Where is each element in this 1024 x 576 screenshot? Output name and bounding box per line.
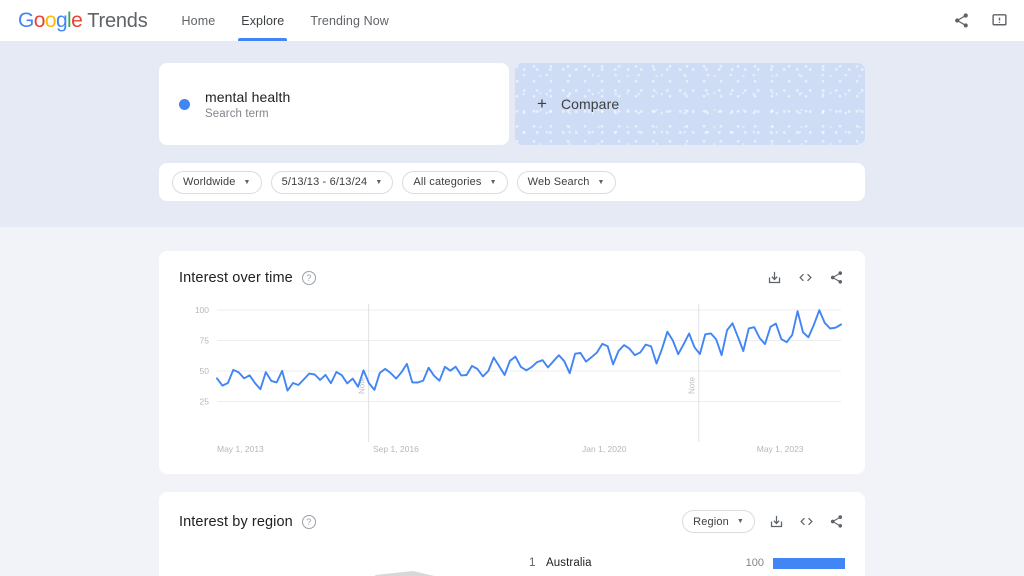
nav-item-home[interactable]: Home	[182, 0, 216, 41]
download-icon[interactable]	[768, 513, 785, 530]
y-axis-tick-label: 75	[200, 336, 210, 346]
y-axis-tick-label: 25	[200, 397, 210, 407]
google-wordmark: Google	[18, 8, 83, 32]
date-filter[interactable]: 5/13/13 - 6/13/24 ▼	[270, 170, 394, 194]
x-axis-tick-label: May 1, 2023	[756, 444, 804, 454]
search-term-card[interactable]: mental health Search term	[159, 63, 509, 145]
region-name: Australia	[546, 557, 592, 569]
location-filter-label: Worldwide	[183, 176, 236, 188]
region-dropdown-label: Region	[693, 515, 729, 528]
y-axis-tick-label: 100	[195, 305, 209, 315]
x-axis-tick-label: May 1, 2013	[217, 444, 264, 454]
world-map[interactable]	[179, 547, 509, 576]
region-actions: Region ▼	[682, 510, 845, 533]
top-navigation-bar: Google Trends Home Explore Trending Now	[0, 0, 1024, 41]
interest-by-region-header: Interest by region ? Region ▼	[179, 510, 845, 533]
trends-wordmark: Trends	[87, 9, 148, 32]
help-icon[interactable]: ?	[301, 514, 316, 529]
region-title-group: Interest by region ?	[179, 514, 316, 530]
y-axis-tick-label: 50	[200, 366, 210, 376]
chart-note-annotation: Note	[688, 377, 697, 394]
search-type-filter-label: Web Search	[527, 176, 590, 188]
nav-item-trending-now[interactable]: Trending Now	[310, 0, 389, 41]
search-terms-row: mental health Search term + Compare	[159, 63, 865, 145]
compare-card[interactable]: + Compare	[515, 63, 865, 145]
page-title: Interest over time	[179, 269, 293, 286]
primary-nav-links: Home Explore Trending Now	[182, 0, 415, 41]
main-content: Interest over time ? 25 50 75 100 Note Note M…	[0, 227, 1024, 576]
chart-line-series	[216, 309, 842, 392]
filter-bar: Worldwide ▼ 5/13/13 - 6/13/24 ▼ All cate…	[159, 163, 865, 201]
interest-over-time-header: Interest over time ?	[179, 269, 845, 286]
x-axis-tick-label: Sep 1, 2016	[373, 444, 419, 454]
region-bar	[773, 557, 845, 569]
chevron-down-icon: ▼	[736, 518, 744, 525]
region-bar-track	[773, 557, 845, 569]
share-icon[interactable]	[950, 10, 972, 32]
table-row[interactable]: 1 Australia 100	[529, 547, 845, 576]
chart-x-axis: May 1, 2013 Sep 1, 2016 Jan 1, 2020 May 1, …	[179, 444, 845, 460]
share-icon[interactable]	[828, 269, 845, 286]
nav-right-actions	[950, 10, 1010, 32]
region-rank: 1	[529, 557, 536, 569]
region-value: 100	[745, 557, 764, 569]
date-filter-label: 5/13/13 - 6/13/24	[281, 176, 368, 188]
region-dropdown[interactable]: Region ▼	[682, 510, 755, 533]
compare-label: Compare	[560, 96, 620, 112]
search-band: mental health Search term + Compare Worl…	[0, 41, 1024, 227]
interest-over-time-card: Interest over time ? 25 50 75 100 Note Note M…	[159, 251, 865, 474]
search-term-title: mental health	[205, 88, 291, 105]
search-term-subtitle: Search term	[205, 107, 269, 120]
share-icon[interactable]	[828, 513, 845, 530]
search-type-filter[interactable]: Web Search ▼	[516, 170, 616, 194]
location-filter[interactable]: Worldwide ▼	[172, 170, 262, 194]
region-body: 1Australia1002United Kingdom92	[179, 547, 845, 576]
plus-icon: +	[537, 94, 547, 113]
embed-icon[interactable]	[797, 269, 814, 286]
embed-icon[interactable]	[798, 513, 815, 530]
region-section-title: Interest by region	[179, 513, 293, 530]
category-filter-label: All categories	[413, 176, 482, 188]
nav-item-explore[interactable]: Explore	[238, 0, 288, 41]
help-icon[interactable]: ?	[301, 270, 316, 285]
chart-actions	[766, 269, 845, 286]
google-trends-logo[interactable]: Google Trends	[18, 9, 148, 33]
series-color-dot	[179, 98, 190, 110]
feedback-icon[interactable]	[988, 10, 1010, 32]
chevron-down-icon: ▼	[489, 178, 497, 186]
interest-over-time-chart[interactable]: 25 50 75 100 Note Note	[179, 302, 845, 442]
interest-by-region-card: Interest by region ? Region ▼ 1 Australi…	[159, 492, 865, 576]
region-ranking-list: 1Australia1002United Kingdom92	[509, 547, 845, 576]
x-axis-tick-label: Jan 1, 2020	[582, 444, 627, 454]
category-filter[interactable]: All categories ▼	[402, 170, 508, 194]
chevron-down-icon: ▼	[597, 178, 605, 186]
download-icon[interactable]	[766, 269, 783, 286]
chevron-down-icon: ▼	[243, 178, 251, 186]
chevron-down-icon: ▼	[375, 178, 383, 186]
